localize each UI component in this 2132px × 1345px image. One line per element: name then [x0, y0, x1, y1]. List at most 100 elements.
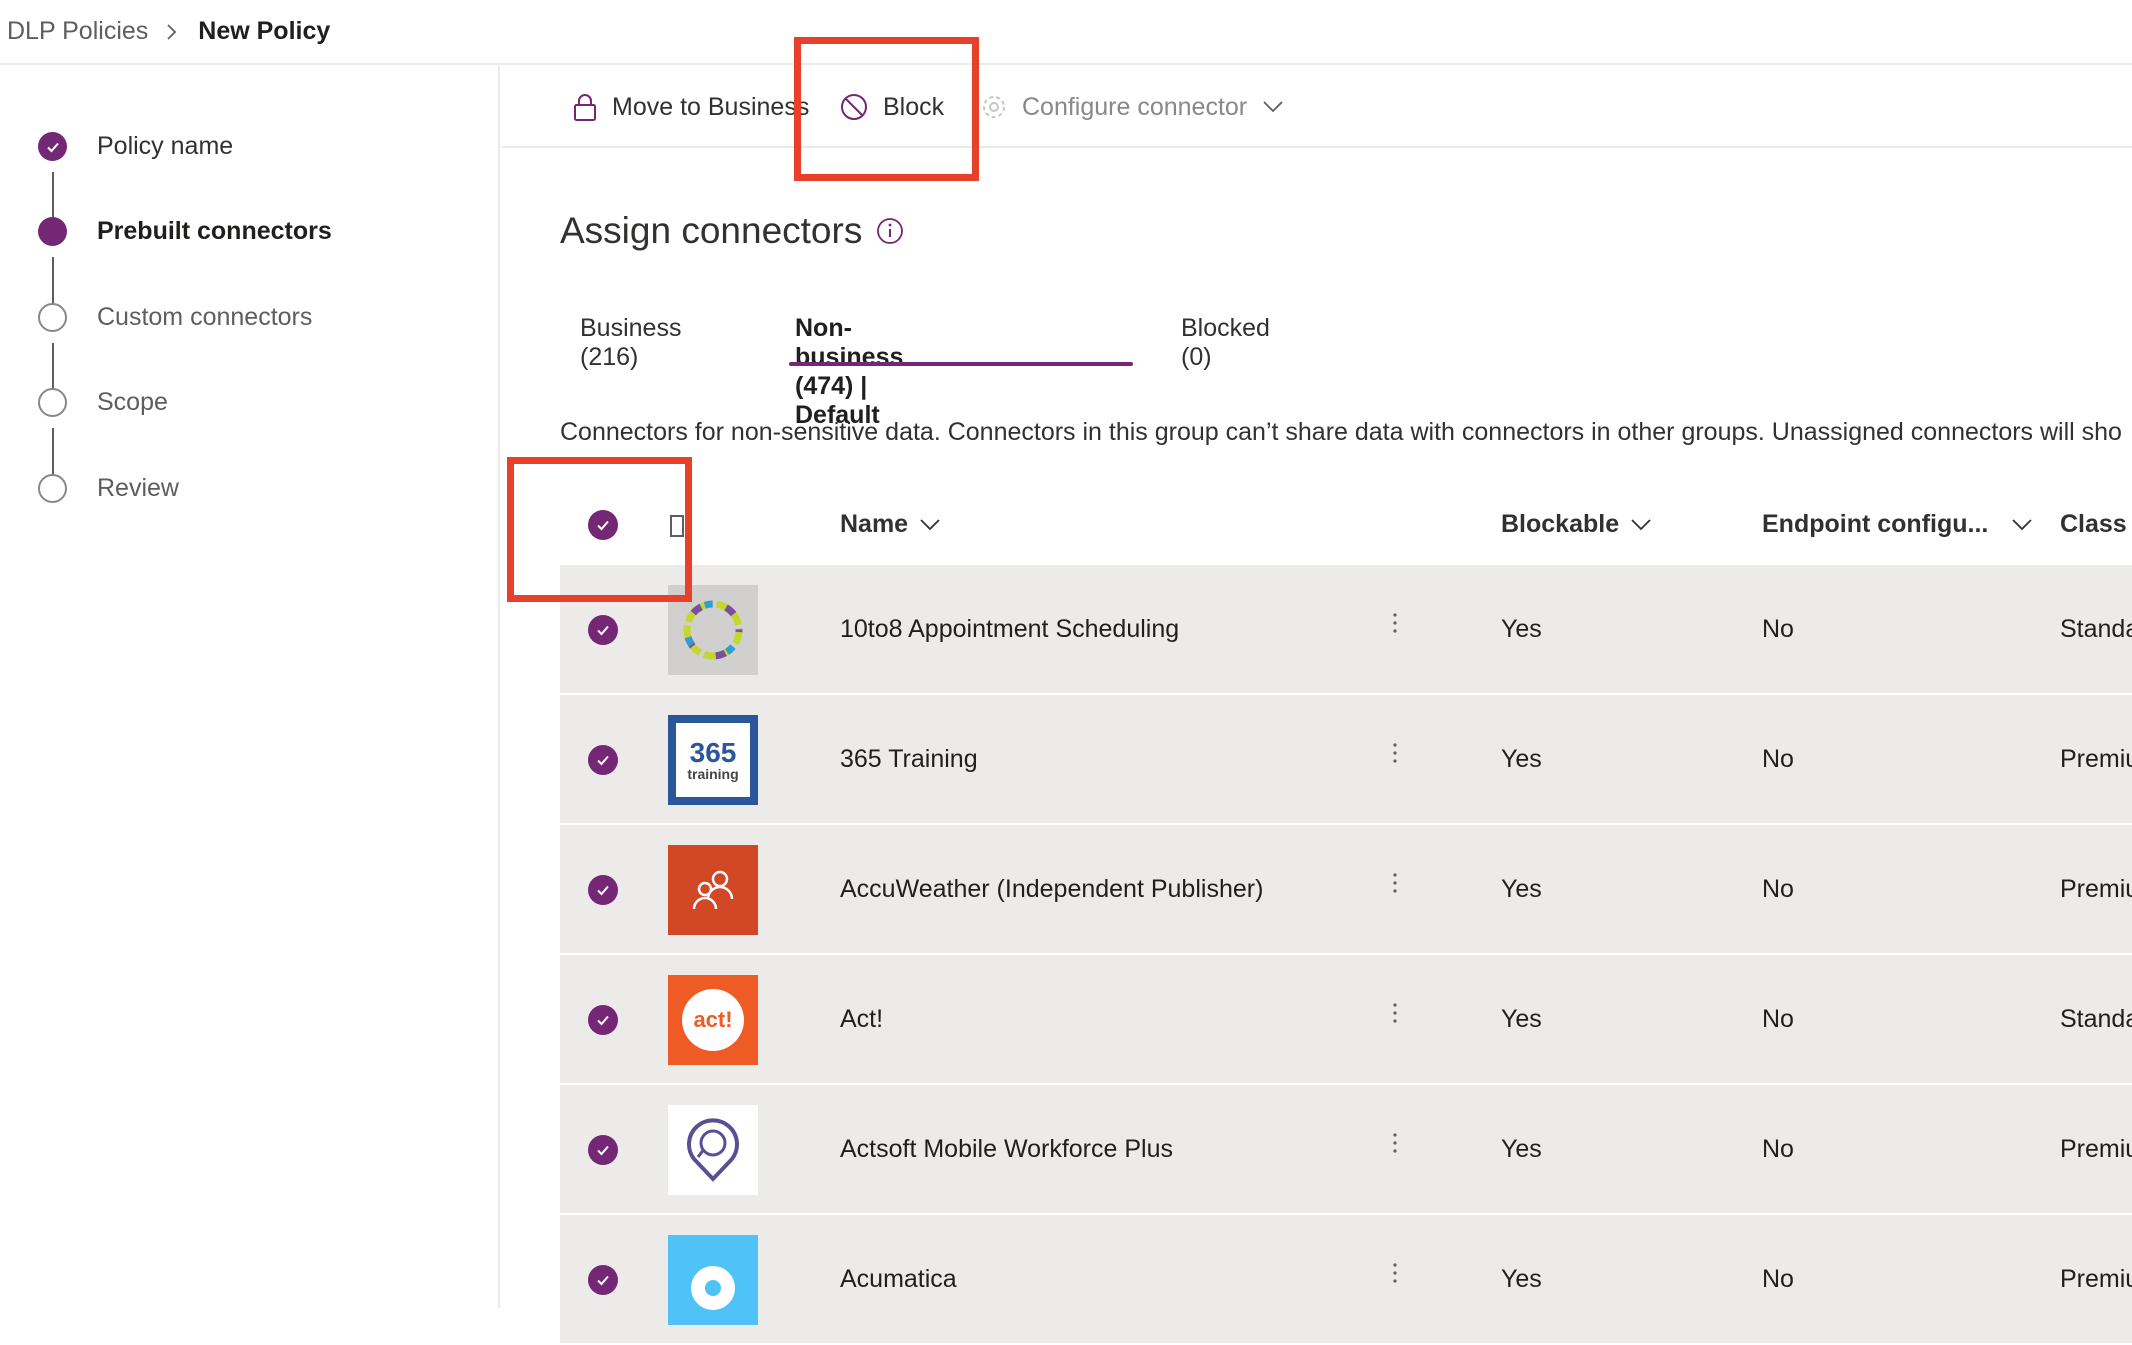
wizard-steps: Policy name Prebuilt connectors Custom c… — [0, 65, 500, 1308]
more-options-icon[interactable] — [1392, 1131, 1398, 1155]
move-to-business-button[interactable]: Move to Business — [572, 87, 809, 127]
connector-name: Acumatica — [840, 1265, 957, 1293]
365-training-logo-inner: 365 training — [676, 723, 750, 797]
row-checkbox[interactable] — [588, 875, 618, 905]
column-endpoint-label: Endpoint configu... — [1762, 510, 1989, 538]
current-step-icon — [38, 217, 67, 246]
tab-business[interactable]: Business (216) — [580, 310, 681, 371]
table-row[interactable]: 10to8 Appointment Scheduling Yes No Stan… — [560, 565, 2132, 695]
class-value: Premiu — [2060, 875, 2132, 903]
map-pin-logo-icon — [668, 1105, 758, 1195]
blockable-value: Yes — [1501, 745, 1542, 773]
logo-text: 365 — [689, 737, 737, 768]
page-title-text: Assign connectors — [560, 210, 863, 251]
row-checkbox[interactable] — [588, 745, 618, 775]
chevron-down-icon — [2012, 518, 2032, 531]
check-icon — [38, 132, 67, 161]
connector-name: Actsoft Mobile Workforce Plus — [840, 1135, 1173, 1163]
step-label: Custom connectors — [97, 303, 313, 331]
row-checkbox[interactable] — [588, 1005, 618, 1035]
more-options-icon[interactable] — [1392, 1001, 1398, 1025]
connector-name: AccuWeather (Independent Publisher) — [840, 875, 1264, 903]
empty-circle-icon — [38, 388, 67, 417]
column-header-blockable[interactable]: Blockable — [1501, 510, 1651, 539]
table-row[interactable]: AccuWeather (Independent Publisher) Yes … — [560, 825, 2132, 955]
endpoint-value: No — [1762, 1265, 1794, 1293]
class-value: Premiu — [2060, 1135, 2132, 1163]
step-scope[interactable]: Scope — [38, 388, 168, 417]
tab-non-business[interactable]: Non-business (474) | Default — [795, 310, 903, 429]
breadcrumb-dlp-policies[interactable]: DLP Policies — [7, 17, 148, 46]
chevron-down-icon — [920, 518, 940, 531]
column-header-class[interactable]: Class — [2060, 510, 2127, 539]
blockable-value: Yes — [1501, 1005, 1542, 1033]
breadcrumb: DLP Policies New Policy — [0, 0, 2132, 65]
chevron-down-icon — [1631, 518, 1651, 531]
endpoint-value: No — [1762, 1005, 1794, 1033]
step-label: Policy name — [97, 132, 234, 160]
endpoint-value: No — [1762, 875, 1794, 903]
class-value: Premiu — [2060, 745, 2132, 773]
endpoint-value: No — [1762, 745, 1794, 773]
row-checkbox[interactable] — [588, 1135, 618, 1165]
blockable-value: Yes — [1501, 1135, 1542, 1163]
logo-subtext: training — [687, 766, 739, 782]
acumatica-logo-icon — [668, 1235, 758, 1325]
365-training-logo-icon: 365 training — [668, 715, 758, 805]
connector-name: Act! — [840, 1005, 884, 1033]
more-options-icon[interactable] — [1392, 611, 1398, 635]
step-prebuilt-connectors[interactable]: Prebuilt connectors — [38, 217, 332, 246]
class-value: Standa — [2060, 615, 2132, 643]
breadcrumb-current: New Policy — [198, 17, 331, 45]
step-label: Prebuilt connectors — [97, 217, 332, 245]
tab-blocked[interactable]: Blocked (0) — [1181, 310, 1270, 371]
table-row[interactable]: Acumatica Yes No Premiu — [560, 1215, 2132, 1345]
column-header-endpoint[interactable]: Endpoint configu... — [1762, 510, 2032, 539]
connector-name: 365 Training — [840, 745, 978, 773]
more-options-icon[interactable] — [1392, 871, 1398, 895]
step-custom-connectors[interactable]: Custom connectors — [38, 303, 312, 332]
logo-text: act! — [693, 1007, 733, 1032]
tab-description: Connectors for non-sensitive data. Conne… — [560, 418, 2122, 446]
column-header-name[interactable]: Name — [840, 510, 940, 539]
row-checkbox[interactable] — [588, 1265, 618, 1295]
class-value: Standa — [2060, 1005, 2132, 1033]
act-logo-circle: act! — [682, 989, 744, 1051]
step-review[interactable]: Review — [38, 474, 179, 503]
table-row[interactable]: 365 training 365 Training Yes No Premiu — [560, 695, 2132, 825]
gear-icon — [980, 93, 1008, 121]
column-class-label: Class — [2060, 510, 2127, 538]
blockable-value: Yes — [1501, 615, 1542, 643]
chevron-down-icon — [1263, 101, 1283, 113]
people-logo-icon — [668, 845, 758, 935]
column-name-label: Name — [840, 510, 909, 538]
step-policy-name[interactable]: Policy name — [38, 132, 233, 161]
act-logo-icon: act! — [668, 975, 758, 1065]
blockable-value: Yes — [1501, 875, 1542, 903]
endpoint-value: No — [1762, 1135, 1794, 1163]
more-options-icon[interactable] — [1392, 741, 1398, 765]
configure-connector-label: Configure connector — [1022, 92, 1248, 121]
highlight-box-block — [794, 37, 979, 181]
active-tab-indicator — [789, 362, 1133, 366]
step-label: Scope — [97, 388, 168, 416]
empty-circle-icon — [38, 474, 67, 503]
info-icon[interactable] — [876, 217, 904, 245]
row-checkbox[interactable] — [588, 615, 618, 645]
more-options-icon[interactable] — [1392, 1261, 1398, 1285]
page-title: Assign connectors — [560, 210, 904, 252]
chevron-right-icon — [166, 23, 178, 41]
column-blockable-label: Blockable — [1501, 510, 1620, 538]
connector-name: 10to8 Appointment Scheduling — [840, 615, 1180, 643]
move-to-business-label: Move to Business — [612, 92, 810, 121]
configure-connector-button[interactable]: Configure connector — [980, 87, 1283, 127]
table-row[interactable]: act! Act! Yes No Standa — [560, 955, 2132, 1085]
class-value: Premiu — [2060, 1265, 2132, 1293]
highlight-box-select-all — [507, 457, 692, 602]
command-bar: Move to Business Block Configure connect… — [502, 65, 2132, 148]
blockable-value: Yes — [1501, 1265, 1542, 1293]
table-row[interactable]: Actsoft Mobile Workforce Plus Yes No Pre… — [560, 1085, 2132, 1215]
endpoint-value: No — [1762, 615, 1794, 643]
step-label: Review — [97, 474, 179, 502]
table-header: Name Blockable Endpoint configu... Class — [560, 490, 2132, 562]
